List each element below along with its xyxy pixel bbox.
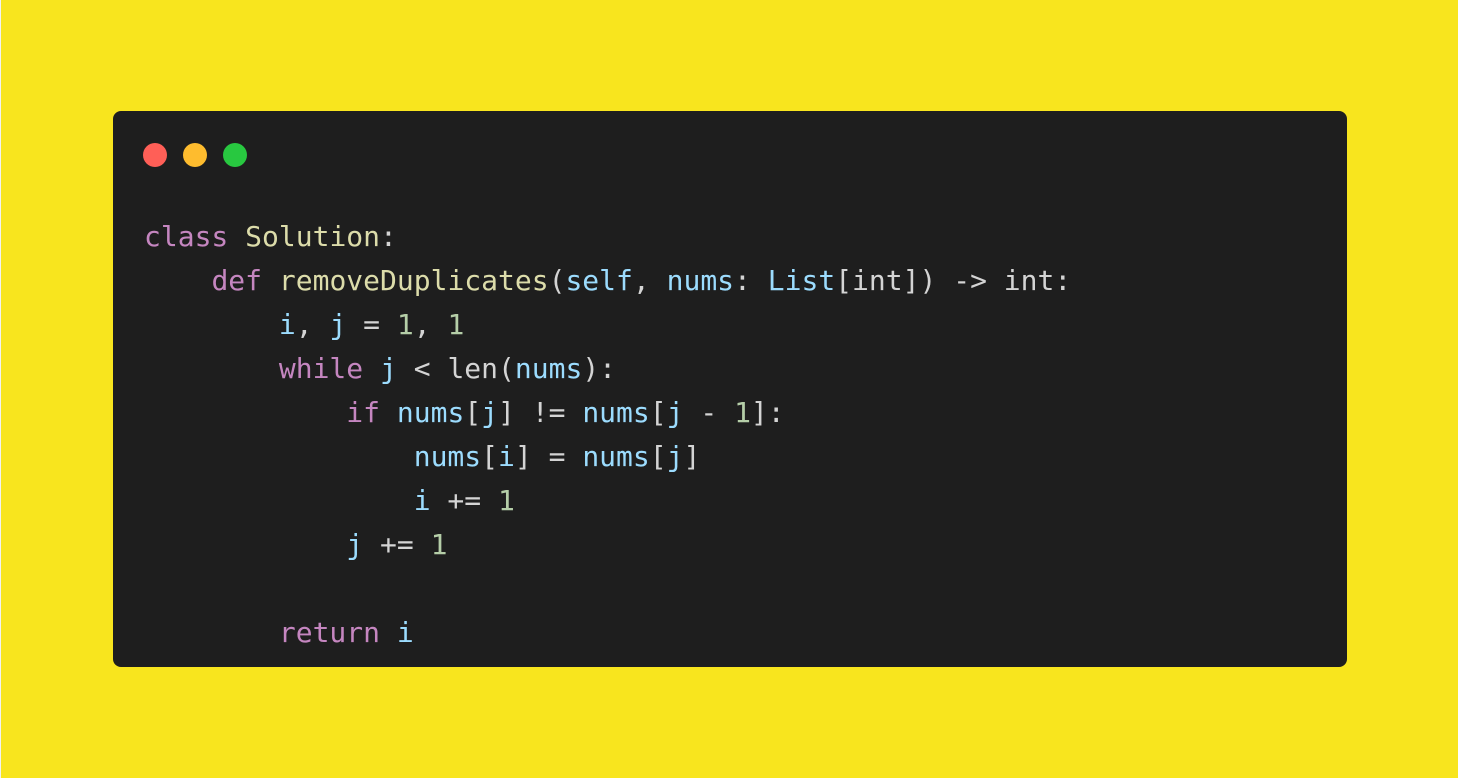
code-token-var: i (396, 616, 414, 649)
code-token-kw: if (346, 396, 381, 429)
code-line: i += 1 (144, 479, 1071, 523)
code-token-num: 1 (447, 308, 465, 341)
code-token-plain: , (295, 308, 330, 341)
code-token-var: i (498, 440, 515, 473)
code-line: return i (144, 611, 1071, 655)
code-token-plain: - (683, 396, 735, 429)
code-token-plain: ] (683, 440, 701, 473)
code-token-var: j (481, 396, 499, 429)
code-token-var: j (666, 396, 684, 429)
code-line: j += 1 (144, 523, 1071, 567)
code-token-plain: : (734, 264, 768, 297)
code-line: if nums[j] != nums[j - 1]: (144, 391, 1071, 435)
code-line: while j < len(nums): (144, 347, 1071, 391)
code-token-var: nums (666, 264, 735, 297)
code-token-plain: ): (582, 352, 617, 385)
maximize-dot-icon (223, 143, 247, 167)
code-token-plain: , (632, 264, 667, 297)
code-token-plain: += (430, 484, 499, 517)
code-token-var: nums (582, 396, 650, 429)
code-token-plain: ] != (498, 396, 583, 429)
code-token-var: List (767, 264, 836, 297)
left-edge-strip (0, 0, 1, 778)
code-token-plain: += (363, 528, 431, 561)
code-token-num: 1 (396, 308, 414, 341)
code-token-plain: < (396, 352, 448, 385)
code-token-var: nums (514, 352, 583, 385)
code-token-var: nums (582, 440, 650, 473)
code-token-var: j (666, 440, 684, 473)
code-block: class Solution: def removeDuplicates(sel… (144, 215, 1071, 655)
code-token-kw: def (211, 264, 263, 297)
code-token-plain: ]: (750, 396, 785, 429)
code-token-plain: [ (649, 396, 667, 429)
code-token-num: 1 (734, 396, 751, 429)
code-token-plain: ( (498, 352, 515, 385)
code-token-var: nums (413, 440, 482, 473)
code-token-plain: [ (464, 396, 482, 429)
code-token-var: i (413, 484, 431, 517)
code-line: class Solution: (144, 215, 1071, 259)
code-token-plain: [ (481, 440, 499, 473)
code-token-var: j (346, 528, 364, 561)
code-token-plain: [ (649, 440, 667, 473)
code-token-var: self (565, 264, 633, 297)
close-dot-icon (143, 143, 167, 167)
minimize-dot-icon (183, 143, 207, 167)
code-line: nums[i] = nums[j] (144, 435, 1071, 479)
code-line: i, j = 1, 1 (144, 303, 1071, 347)
code-token-num: 1 (498, 484, 515, 517)
code-token-kw: return (278, 616, 381, 649)
code-token-fn: removeDuplicates (278, 264, 549, 297)
code-window: class Solution: def removeDuplicates(sel… (113, 111, 1347, 667)
code-token-var: j (380, 352, 397, 385)
code-token-plain: = (346, 308, 397, 341)
window-controls (143, 143, 247, 167)
code-token-plain: len (447, 352, 499, 385)
code-token-cls: Solution (245, 220, 381, 253)
code-line: def removeDuplicates(self, nums: List[in… (144, 259, 1071, 303)
code-token-plain: [int]) -> int: (835, 264, 1072, 297)
code-token-plain: : (380, 220, 397, 253)
code-token-plain: ( (548, 264, 566, 297)
code-token-plain: , (413, 308, 448, 341)
code-token-var: j (329, 308, 347, 341)
code-token-kw: while (278, 352, 364, 385)
code-token-num: 1 (430, 528, 448, 561)
code-token-var: i (278, 308, 296, 341)
code-token-plain: ] = (514, 440, 583, 473)
code-token-kw: class (144, 220, 229, 253)
code-token-var: nums (396, 396, 465, 429)
